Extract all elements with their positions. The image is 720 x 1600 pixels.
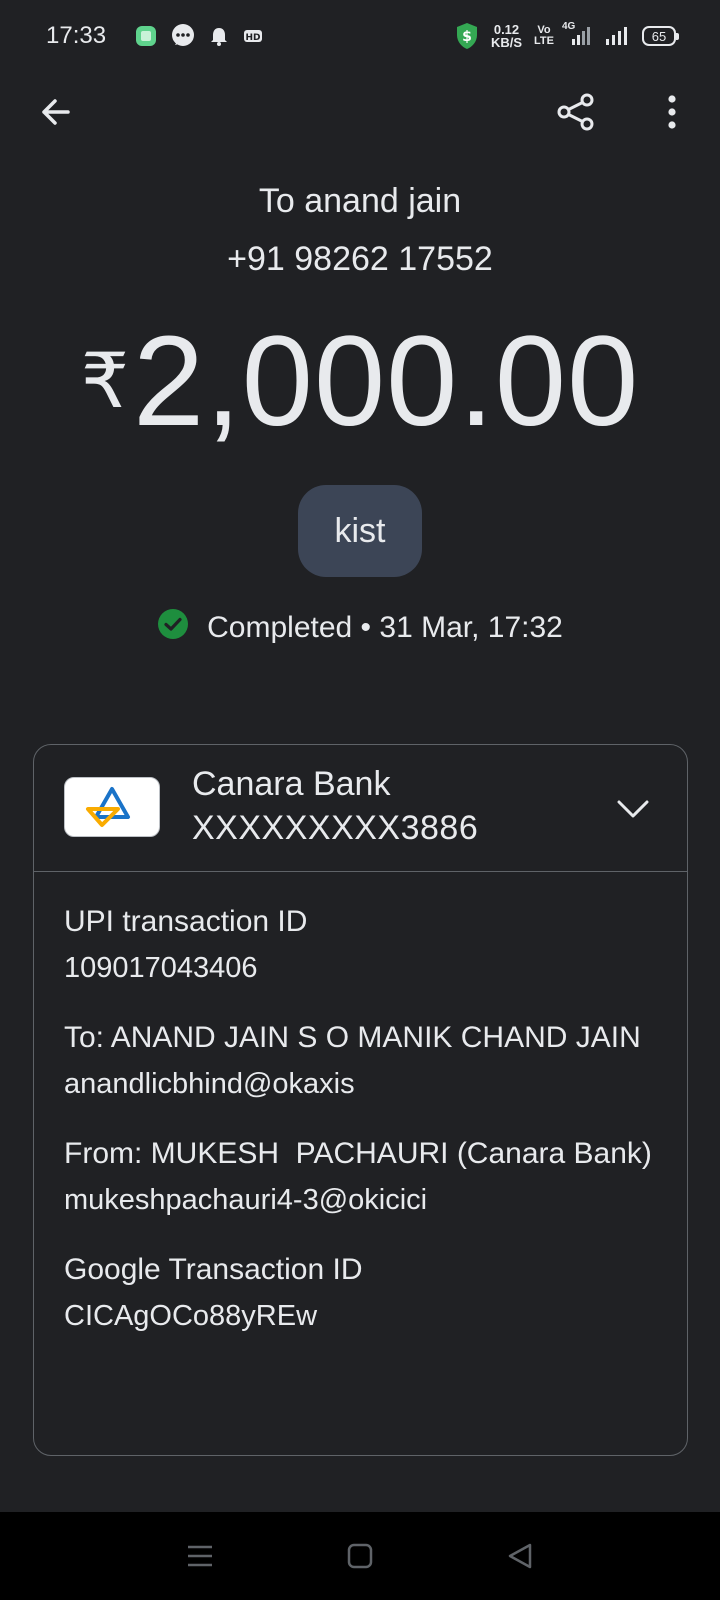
google-transaction-id-label: Google Transaction ID — [64, 1253, 363, 1286]
google-transaction-id-value[interactable]: CICAgOCo88yREw — [64, 1296, 657, 1336]
net-speed-unit: KB/S — [490, 35, 523, 50]
from-sender: From: MUKESH PACHAURI (Canara Bank) muke… — [64, 1134, 657, 1220]
app-bar — [0, 80, 720, 144]
canara-bank-logo — [64, 777, 160, 837]
message-icon — [170, 23, 196, 49]
upi-transaction-id-value[interactable]: 109017043406 — [64, 948, 657, 988]
svg-text:$: $ — [462, 29, 472, 45]
payment-amount: ₹ 2,000.00 — [0, 318, 720, 446]
bank-account-number: XXXXXXXXX3886 — [192, 809, 479, 847]
to-recipient-upi[interactable]: anandlicbhind@okaxis — [64, 1064, 657, 1104]
to-recipient: To: ANAND JAIN S O MANIK CHAND JAIN anan… — [64, 1018, 657, 1104]
bank-name: Canara Bank — [192, 765, 391, 803]
google-transaction-id: Google Transaction ID CICAgOCo88yREw — [64, 1250, 657, 1336]
status-left: 17:33 HD — [46, 22, 264, 50]
vpn-shield-icon: $ — [455, 22, 479, 50]
more-vert-icon[interactable] — [640, 80, 704, 144]
status-time: 17:33 — [46, 22, 107, 49]
status-bar: 17:33 HD $ 0.12 KB/S Vo LTE 4G 65 — [0, 0, 720, 72]
transaction-details-card: Canara Bank XXXXXXXXX3886 UPI transactio… — [33, 744, 688, 1456]
menu-icon[interactable] — [176, 1532, 224, 1580]
hd-icon: HD — [242, 25, 264, 47]
back-arrow-icon[interactable] — [24, 80, 88, 144]
check-circle-icon — [157, 608, 189, 648]
from-sender-upi[interactable]: mukeshpachauri4-3@okicici — [64, 1180, 657, 1220]
upi-transaction-id-label: UPI transaction ID — [64, 905, 308, 938]
to-recipient-label: To: ANAND JAIN S O MANIK CHAND JAIN — [64, 1021, 641, 1054]
app-icon — [134, 24, 158, 48]
status-text: Completed • 31 Mar, 17:32 — [207, 611, 563, 644]
upi-transaction-id: UPI transaction ID 109017043406 — [64, 902, 657, 988]
network-type: 4G — [562, 21, 576, 32]
back-triangle-icon[interactable] — [496, 1532, 544, 1580]
recipient-name: To anand jain — [258, 182, 462, 220]
currency-symbol: ₹ — [80, 339, 130, 424]
bank-account-header[interactable]: Canara Bank XXXXXXXXX3886 — [34, 745, 687, 872]
battery-icon: 65 — [642, 26, 679, 46]
svg-text:HD: HD — [246, 33, 261, 43]
volte-indicator: Vo LTE — [534, 25, 554, 47]
chevron-down-icon[interactable] — [613, 789, 653, 829]
share-icon[interactable] — [544, 80, 608, 144]
signal-icon: 4G — [562, 21, 592, 47]
net-speed: 0.12 KB/S — [491, 23, 522, 49]
system-nav-bar — [0, 1512, 720, 1600]
payment-note: kist — [298, 485, 422, 577]
details-body: UPI transaction ID 109017043406 To: ANAN… — [34, 872, 687, 1336]
home-icon[interactable] — [336, 1532, 384, 1580]
status-right: $ 0.12 KB/S Vo LTE 4G 65 — [455, 21, 679, 50]
recipient-phone: +91 98262 17552 — [227, 240, 493, 278]
bell-icon — [208, 25, 230, 47]
payment-status: Completed • 31 Mar, 17:32 — [0, 608, 720, 648]
amount-value: 2,000.00 — [133, 310, 640, 453]
signal-icon — [604, 25, 630, 47]
battery-level: 65 — [651, 28, 667, 44]
volte-bottom: LTE — [534, 35, 554, 47]
from-sender-label: From: MUKESH PACHAURI (Canara Bank) — [64, 1137, 652, 1170]
